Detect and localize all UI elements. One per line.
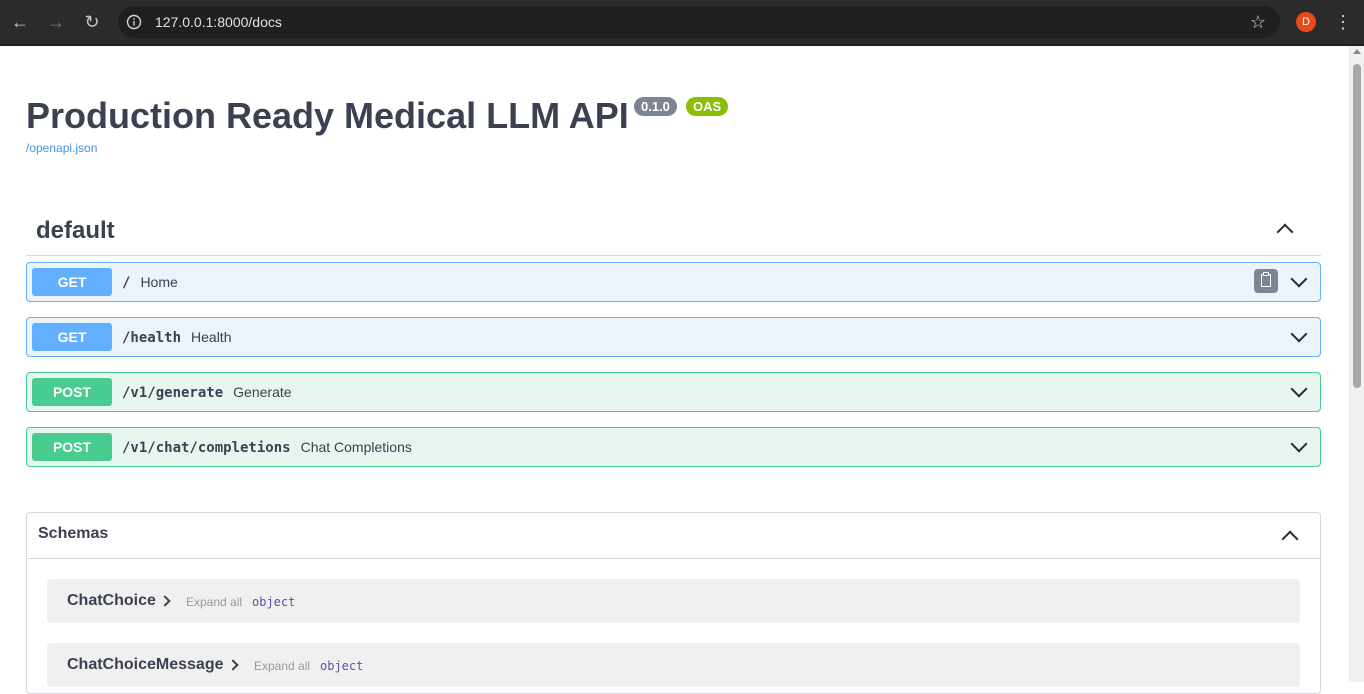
- model-name[interactable]: ChatChoiceMessage: [67, 655, 224, 675]
- operation-summary: Generate: [233, 384, 292, 400]
- operation-get-health[interactable]: GET /health Health: [26, 317, 1321, 357]
- scroll-up-arrow-icon[interactable]: [1353, 49, 1361, 54]
- chevron-up-icon[interactable]: [1281, 530, 1299, 548]
- operation-path: /v1/generate Generate: [122, 384, 292, 401]
- schemas-title: Schemas: [38, 525, 109, 542]
- operation-post-generate[interactable]: POST /v1/generate Generate: [26, 372, 1321, 412]
- url-text[interactable]: 127.0.0.1:8000/docs: [155, 14, 282, 30]
- model-type: object: [252, 595, 296, 609]
- address-bar[interactable]: 127.0.0.1:8000/docs ☆: [118, 6, 1280, 38]
- oas-badge: OAS 3.1: [686, 97, 729, 133]
- copy-to-clipboard-icon[interactable]: [1254, 269, 1278, 293]
- method-badge: GET: [32, 268, 112, 296]
- expand-all-link[interactable]: Expand all: [254, 658, 310, 674]
- version-badge: 0.1.0: [634, 97, 677, 116]
- scrollbar-thumb[interactable]: [1353, 64, 1361, 388]
- operation-get-root[interactable]: GET / Home: [26, 262, 1321, 302]
- chevron-right-icon[interactable]: [227, 659, 239, 671]
- tag-title: default: [36, 217, 115, 244]
- method-badge: POST: [32, 433, 112, 461]
- bookmark-star-icon[interactable]: ☆: [1250, 11, 1266, 33]
- openapi-json-link[interactable]: /openapi.json: [26, 141, 97, 155]
- forward-arrow-icon[interactable]: →: [44, 10, 68, 34]
- operation-summary: Home: [140, 274, 178, 290]
- chevron-down-icon[interactable]: [1290, 270, 1308, 288]
- schemas-header[interactable]: Schemas: [27, 513, 1320, 559]
- tag-section-default[interactable]: default: [26, 206, 1321, 256]
- back-arrow-icon[interactable]: ←: [8, 10, 32, 34]
- chevron-down-icon[interactable]: [1290, 435, 1308, 453]
- chevron-up-icon[interactable]: [1276, 223, 1294, 241]
- site-info-icon[interactable]: [126, 14, 142, 30]
- model-type: object: [320, 659, 364, 673]
- operation-summary: Health: [191, 329, 232, 345]
- operation-summary: Chat Completions: [300, 439, 412, 455]
- schemas-section: Schemas ChatChoice Expand all object Cha…: [26, 512, 1321, 694]
- info-header: Production Ready Medical LLM API 0.1.0 O…: [26, 95, 729, 136]
- operation-path: / Home: [122, 274, 178, 291]
- reload-icon[interactable]: ↻: [80, 10, 104, 34]
- model-name[interactable]: ChatChoice: [67, 591, 156, 611]
- profile-avatar[interactable]: D: [1296, 12, 1316, 32]
- method-badge: GET: [32, 323, 112, 351]
- operation-path: /health Health: [122, 329, 232, 346]
- method-badge: POST: [32, 378, 112, 406]
- operation-post-chat-completions[interactable]: POST /v1/chat/completions Chat Completion…: [26, 427, 1321, 467]
- page-scrollbar[interactable]: [1349, 46, 1364, 682]
- browser-menu-icon[interactable]: ⋮: [1334, 10, 1352, 34]
- chevron-right-icon[interactable]: [159, 595, 171, 607]
- api-title: Production Ready Medical LLM API: [26, 95, 629, 136]
- chevron-down-icon[interactable]: [1290, 325, 1308, 343]
- browser-toolbar: ← → ↻ 127.0.0.1:8000/docs ☆ D ⋮: [0, 0, 1364, 46]
- operation-path: /v1/chat/completions Chat Completions: [122, 439, 412, 456]
- expand-all-link[interactable]: Expand all: [186, 594, 242, 610]
- chevron-down-icon[interactable]: [1290, 380, 1308, 398]
- schema-model-chatchoice[interactable]: ChatChoice Expand all object: [47, 579, 1300, 623]
- schema-model-chatchoicemessage[interactable]: ChatChoiceMessage Expand all object: [47, 643, 1300, 687]
